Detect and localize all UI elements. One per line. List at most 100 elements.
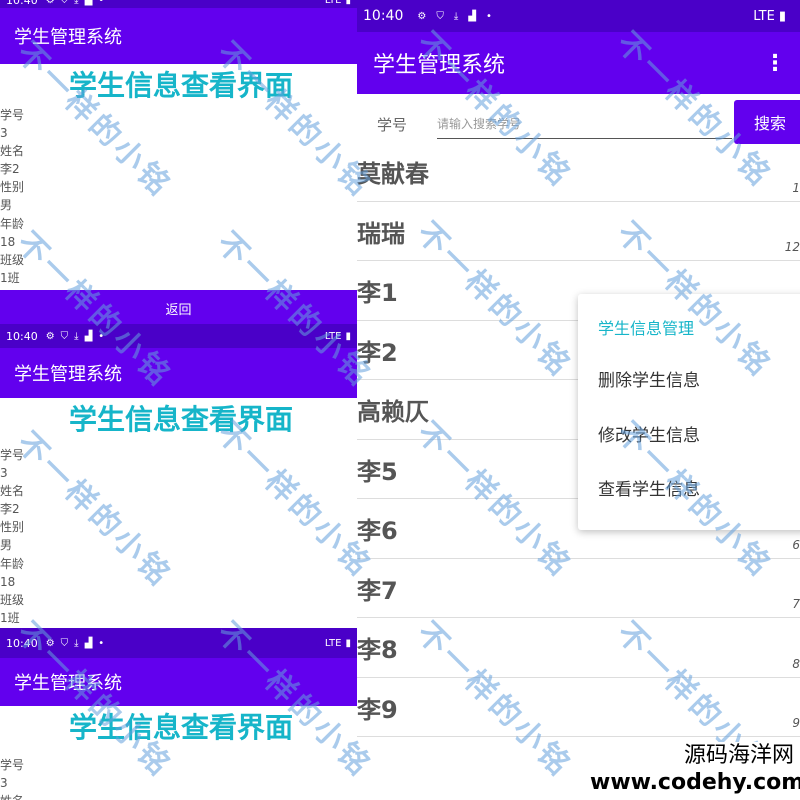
gear-icon: ⚙ [45, 637, 55, 649]
signal-icon: ▟ [84, 0, 93, 6]
gear-icon: ⚙ [45, 330, 55, 342]
app-bar: 学生管理系统 ⋮ [357, 32, 800, 94]
list-item[interactable]: 莫献春 1 [357, 142, 800, 202]
composite-screenshot: 10:40 ⚙ ⛉ ⤓ ▟ • LTE ▮ 学生管理系统 学生信息查看界面 学号 … [0, 0, 800, 800]
field-label: 学号 [0, 448, 25, 462]
student-number: 6 [792, 537, 800, 552]
field-value: 1班 [0, 610, 20, 625]
field-label: 性别 [0, 520, 25, 535]
field-label: 学号 [0, 108, 25, 122]
student-number: 7 [792, 597, 800, 611]
menu-header: 学生信息管理 [598, 319, 695, 338]
gear-icon: ⚙ [45, 0, 55, 6]
student-list-screen: 10:40 ⚙ ⛉ ⤓ ▟ • LTE▮ 学生管理系统 ⋮ 学号 搜索 莫献春 1… [357, 0, 800, 800]
status-bar: 10:40 ⚙ ⛉ ⤓ ▟ • LTE ▮ [0, 0, 357, 8]
student-number: 9 [792, 716, 800, 730]
app-title: 学生管理系统 [14, 673, 122, 694]
detail-screen-3: 10:40 ⚙ ⛉ ⤓ ▟ • LTE ▮ 学生管理系统 学生信息查看界面 学号 … [0, 628, 357, 800]
field-label: 班级 [0, 252, 25, 267]
shield-icon: ⛉ [60, 637, 69, 649]
back-button[interactable]: 返回 [0, 290, 357, 324]
battery-icon: ▮ [778, 8, 786, 24]
shield-icon: ⛉ [60, 330, 69, 342]
app-title: 学生管理系统 [14, 364, 122, 385]
student-name: 李6 [357, 517, 398, 545]
field-label: 姓名 [0, 484, 25, 499]
status-time: 10:40 [6, 636, 38, 650]
shield-icon: ⛉ [60, 0, 69, 6]
detail-fields: 学号 3 姓名 [0, 756, 357, 800]
student-number: 8 [792, 656, 800, 671]
status-bar: 10:40 ⚙ ⛉ ⤓ ▟ • LTE ▮ [0, 628, 357, 658]
battery-icon: ▮ [345, 330, 351, 342]
detail-heading: 学生信息查看界面 [68, 711, 293, 744]
student-name: 李8 [357, 636, 398, 664]
download-icon: ⤓ [74, 0, 79, 6]
signal-icon: ▟ [84, 330, 93, 342]
detail-heading: 学生信息查看界面 [68, 403, 293, 436]
field-value: 18 [0, 574, 16, 589]
field-value: 男 [0, 538, 13, 553]
menu-item-view[interactable]: 查看学生信息 [578, 463, 800, 518]
more-options-icon[interactable]: ⋮ [764, 51, 786, 76]
student-name: 李2 [357, 338, 398, 367]
network-label: LTE [324, 637, 342, 649]
detail-fields: 学号 3 姓名 李2 性别 男 年龄 18 班级 1班 [0, 106, 357, 287]
shield-icon: ⛉ [436, 10, 444, 22]
search-button[interactable]: 搜索 [734, 100, 800, 144]
signal-icon: ▟ [84, 637, 93, 649]
search-label: 学号 [377, 115, 408, 134]
battery-icon: ▮ [345, 637, 351, 649]
list-item[interactable]: 瑞瑞 12 [357, 202, 800, 261]
student-number: 12 [784, 240, 800, 254]
detail-fields: 学号 3 姓名 李2 性别 男 年龄 18 班级 1班 [0, 446, 357, 627]
status-bar: 10:40 ⚙ ⛉ ⤓ ▟ • LTE ▮ [357, 0, 800, 32]
menu-item-delete[interactable]: 删除学生信息 [578, 354, 800, 409]
menu-item-edit[interactable]: 修改学生信息 [578, 409, 800, 464]
footer-url: www.codehy.com [590, 770, 800, 795]
student-number: 1 [792, 180, 800, 195]
options-menu: 学生信息管理 删除学生信息 修改学生信息 查看学生信息 [578, 294, 800, 530]
list-item[interactable]: 李8 8 [357, 618, 800, 678]
download-icon: ⤓ [453, 10, 459, 22]
dot-icon: • [98, 0, 105, 6]
detail-heading: 学生信息查看界面 [68, 69, 293, 102]
status-time: 10:40 [6, 329, 38, 343]
download-icon: ⤓ [74, 637, 79, 649]
network-label: LTE [324, 0, 342, 6]
app-bar: 学生管理系统 [0, 658, 357, 706]
student-name: 高赖仄 [357, 398, 429, 426]
field-value: 1班 [0, 270, 20, 285]
field-label: 年龄 [0, 216, 25, 231]
signal-icon: ▟ [468, 10, 476, 22]
site-footer: 源码海洋网 www.codehy.com [590, 742, 800, 800]
dot-icon: • [485, 10, 492, 22]
field-value: 3 [0, 126, 8, 141]
student-name: 莫献春 [357, 160, 429, 188]
field-label: 姓名 [0, 792, 357, 800]
student-name: 李9 [357, 695, 398, 724]
footer-site-name: 源码海洋网 [683, 743, 794, 768]
field-value: 3 [0, 776, 8, 791]
search-input[interactable] [437, 109, 732, 139]
network-label: LTE [324, 330, 342, 342]
list-item[interactable]: 李7 7 [357, 559, 800, 618]
download-icon: ⤓ [74, 330, 79, 342]
field-label: 姓名 [0, 144, 25, 159]
field-value: 3 [0, 466, 8, 481]
student-name: 李7 [357, 576, 398, 605]
field-label: 班级 [0, 592, 25, 607]
app-title: 学生管理系统 [14, 27, 122, 48]
student-name: 李5 [357, 457, 398, 486]
student-name: 李1 [357, 279, 398, 307]
status-time: 10:40 [6, 0, 38, 7]
status-bar: 10:40 ⚙ ⛉ ⤓ ▟ • LTE ▮ [0, 324, 357, 348]
list-item[interactable]: 李9 9 [357, 678, 800, 737]
field-label: 年龄 [0, 556, 25, 571]
dot-icon: • [98, 637, 105, 649]
app-bar: 学生管理系统 [0, 8, 357, 64]
app-title: 学生管理系统 [373, 53, 506, 78]
student-name: 瑞瑞 [357, 219, 405, 248]
field-value: 李2 [0, 162, 20, 177]
gear-icon: ⚙ [417, 10, 427, 22]
